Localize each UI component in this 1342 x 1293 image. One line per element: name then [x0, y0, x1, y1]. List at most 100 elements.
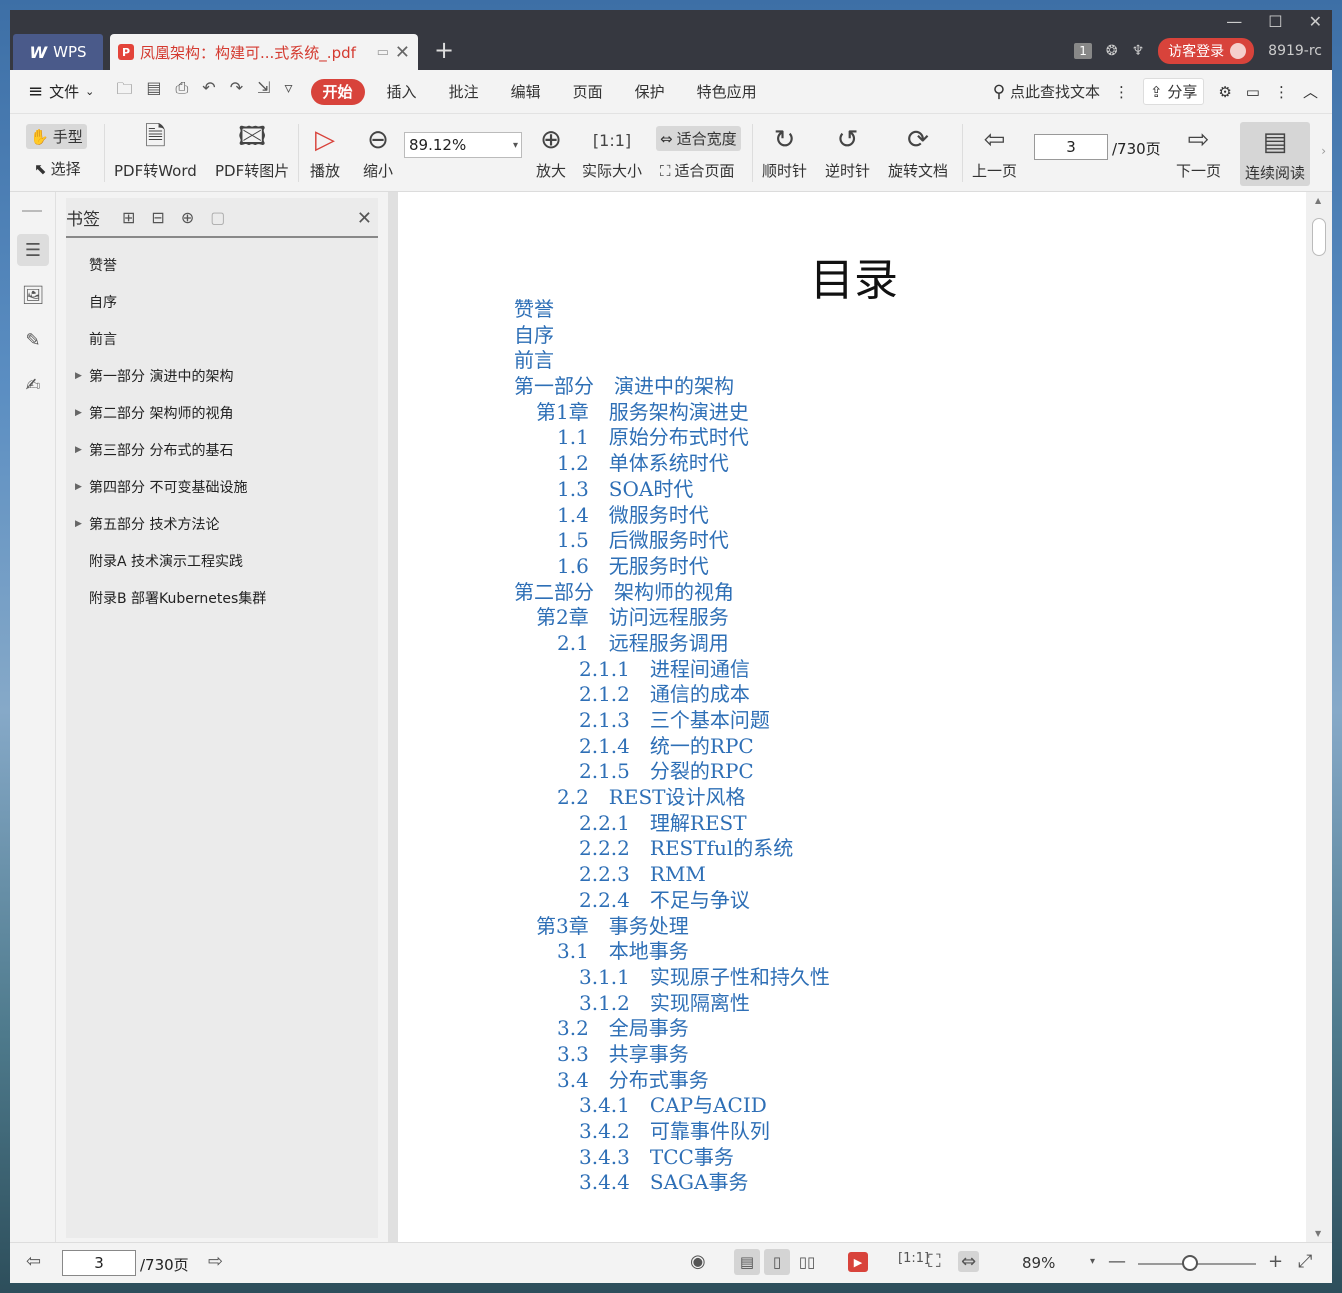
- zoom-minus-icon[interactable]: —: [1108, 1251, 1126, 1272]
- expand-arrow-icon[interactable]: ▶: [75, 482, 82, 492]
- guest-login-button[interactable]: 访客登录: [1158, 38, 1255, 64]
- toc-entry[interactable]: 1.3 SOA时代: [514, 477, 830, 503]
- bookmark-item[interactable]: ▶ 第五部分 技术方法论: [66, 505, 378, 542]
- wps-home-tab[interactable]: W WPS: [13, 34, 103, 70]
- redo-icon[interactable]: ↷: [230, 78, 243, 105]
- gear-icon[interactable]: ⚙: [1218, 83, 1231, 101]
- toc-entry[interactable]: 3.4.2 可靠事件队列: [514, 1119, 830, 1145]
- toc-entry[interactable]: 3.1.1 实现原子性和持久性: [514, 965, 830, 991]
- continuous-reading-button[interactable]: ▤ 连续阅读: [1240, 122, 1310, 186]
- toc-entry[interactable]: 3.4.3 TCC事务: [514, 1145, 830, 1171]
- monitor-icon[interactable]: ▭: [377, 45, 389, 60]
- two-page-icon[interactable]: ▯▯: [794, 1249, 820, 1275]
- page-number-input[interactable]: 3: [1034, 134, 1108, 160]
- expand-arrow-icon[interactable]: ▶: [75, 371, 82, 381]
- tab-annotate[interactable]: 批注: [433, 79, 495, 105]
- toc-entry[interactable]: 2.1 远程服务调用: [514, 631, 830, 657]
- new-tab-button[interactable]: +: [434, 36, 454, 64]
- signature-panel-icon[interactable]: ✍: [17, 369, 49, 401]
- bookmark-item[interactable]: ▶ 第三部分 分布式的基石: [66, 431, 378, 468]
- actual-size-button[interactable]: [1:1] 实际大小: [582, 120, 642, 181]
- document-tab[interactable]: P 凤凰架构：构建可...式系统_.pdf ▭ ✕: [110, 34, 418, 70]
- toc-entry[interactable]: 2.2.4 不足与争议: [514, 888, 830, 914]
- tab-page[interactable]: 页面: [557, 79, 619, 105]
- collapse-all-icon[interactable]: ⊟: [151, 208, 164, 227]
- bookmark-item[interactable]: 赞誉: [66, 246, 378, 283]
- tab-insert[interactable]: 插入: [371, 79, 433, 105]
- toc-entry[interactable]: 自序: [514, 323, 830, 349]
- zoom-plus-icon[interactable]: +: [1268, 1251, 1283, 1272]
- expand-arrow-icon[interactable]: ▶: [75, 445, 82, 455]
- open-icon[interactable]: 🗀: [116, 78, 132, 105]
- single-page-icon[interactable]: ▯: [764, 1249, 790, 1275]
- toc-entry[interactable]: 2.2.3 RMM: [514, 862, 830, 888]
- toc-entry[interactable]: 2.1.5 分裂的RPC: [514, 759, 830, 785]
- toolbar-scroll-right-icon[interactable]: ›: [1321, 144, 1326, 158]
- toc-entry[interactable]: 1.1 原始分布式时代: [514, 425, 830, 451]
- scrollbar-thumb[interactable]: [1312, 218, 1326, 256]
- slideshow-icon[interactable]: ▶: [848, 1252, 868, 1272]
- toc-entry[interactable]: 2.2.1 理解REST: [514, 811, 830, 837]
- toc-entry[interactable]: 2.1.4 统一的RPC: [514, 734, 830, 760]
- expand-arrow-icon[interactable]: ▶: [75, 519, 82, 529]
- toc-entry[interactable]: 3.1.2 实现隔离性: [514, 991, 830, 1017]
- close-window-icon[interactable]: ✕: [1309, 12, 1322, 31]
- scroll-up-icon[interactable]: ▲: [1315, 196, 1321, 205]
- maximize-icon[interactable]: ☐: [1268, 12, 1282, 31]
- vertical-scrollbar[interactable]: ▲ ▼: [1306, 192, 1332, 1242]
- close-tab-icon[interactable]: ✕: [395, 42, 410, 63]
- bookmark-item[interactable]: 附录A 技术演示工程实践: [66, 542, 378, 579]
- document-viewport[interactable]: 目录 赞誉 自序 前言 第一部分 演进中的架构 第1章 服务架构演进史 1.1 原始分布式…: [398, 192, 1332, 1242]
- bookmark-item[interactable]: ▶ 第二部分 架构师的视角: [66, 394, 378, 431]
- toc-entry[interactable]: 3.4.1 CAP与ACID: [514, 1093, 830, 1119]
- save-icon[interactable]: ▤: [146, 78, 161, 105]
- zoom-dropdown-icon[interactable]: ▾: [1090, 1256, 1095, 1267]
- close-panel-icon[interactable]: ✕: [357, 208, 372, 229]
- tab-protect[interactable]: 保护: [619, 79, 681, 105]
- toc-entry[interactable]: 第1章 服务架构演进史: [514, 400, 830, 426]
- toc-entry[interactable]: 1.5 后微服务时代: [514, 528, 830, 554]
- rotate-clockwise-button[interactable]: ↻ 顺时针: [762, 120, 807, 181]
- fit-width-status-icon[interactable]: ⇔: [958, 1251, 980, 1272]
- tab-edit[interactable]: 编辑: [495, 79, 557, 105]
- file-menu[interactable]: ≡ 文件 ⌄: [28, 81, 94, 102]
- expand-all-icon[interactable]: ⊞: [122, 208, 135, 227]
- status-prev-page-icon[interactable]: ⇦: [26, 1251, 41, 1272]
- toc-entry[interactable]: 3.4.4 SAGA事务: [514, 1170, 830, 1196]
- kebab-icon[interactable]: ⋮: [1114, 83, 1129, 101]
- toc-entry[interactable]: 前言: [514, 348, 830, 374]
- toc-entry[interactable]: 第2章 访问远程服务: [514, 605, 830, 631]
- status-zoom-value[interactable]: 89%: [1022, 1254, 1055, 1272]
- toc-entry[interactable]: 2.2.2 RESTful的系统: [514, 836, 830, 862]
- select-tool[interactable]: ⬉ 选择: [30, 156, 85, 181]
- fit-page-status-icon[interactable]: ⛶: [928, 1251, 941, 1272]
- toc-entry[interactable]: 第3章 事务处理: [514, 914, 830, 940]
- tab-features[interactable]: 特色应用: [681, 79, 773, 105]
- expand-arrow-icon[interactable]: ▶: [75, 408, 82, 418]
- shirt-icon[interactable]: ♆: [1132, 43, 1145, 59]
- comment-icon[interactable]: ▭: [1246, 83, 1260, 101]
- more-icon[interactable]: ⋮: [1274, 83, 1289, 101]
- undo-icon[interactable]: ↶: [202, 78, 215, 105]
- status-next-page-icon[interactable]: ⇨: [208, 1251, 223, 1272]
- actual-size-status-icon[interactable]: [1:1]: [898, 1251, 929, 1266]
- window-counter[interactable]: 1: [1074, 43, 1092, 59]
- fit-page-button[interactable]: ⛶ 适合页面: [656, 158, 739, 183]
- bookmark-panel-icon[interactable]: ☰: [17, 234, 49, 266]
- toc-entry[interactable]: 1.2 单体系统时代: [514, 451, 830, 477]
- thumbnail-panel-icon[interactable]: 🖼: [17, 279, 49, 311]
- toc-entry[interactable]: 3.3 共享事务: [514, 1042, 830, 1068]
- share-button[interactable]: ⇪ 分享: [1142, 78, 1205, 105]
- bookmark-item[interactable]: ▶ 第一部分 演进中的架构: [66, 357, 378, 394]
- pdf-to-image-button[interactable]: 🖾 PDF转图片: [215, 120, 289, 181]
- toc-entry[interactable]: 2.1.3 三个基本问题: [514, 708, 830, 734]
- toc-entry[interactable]: 3.4 分布式事务: [514, 1068, 830, 1094]
- toc-entry[interactable]: 2.1.1 进程间通信: [514, 657, 830, 683]
- zoom-select[interactable]: 89.12% ▾: [404, 132, 522, 158]
- bookmark-options-icon[interactable]: ▢: [210, 208, 225, 227]
- more-dropdown-icon[interactable]: ▿: [285, 78, 293, 105]
- bookmark-item[interactable]: 附录B 部署Kubernetes集群: [66, 579, 378, 616]
- toc-entry[interactable]: 3.2 全局事务: [514, 1016, 830, 1042]
- add-bookmark-icon[interactable]: ⊕: [181, 208, 194, 227]
- bookmark-item[interactable]: 前言: [66, 320, 378, 357]
